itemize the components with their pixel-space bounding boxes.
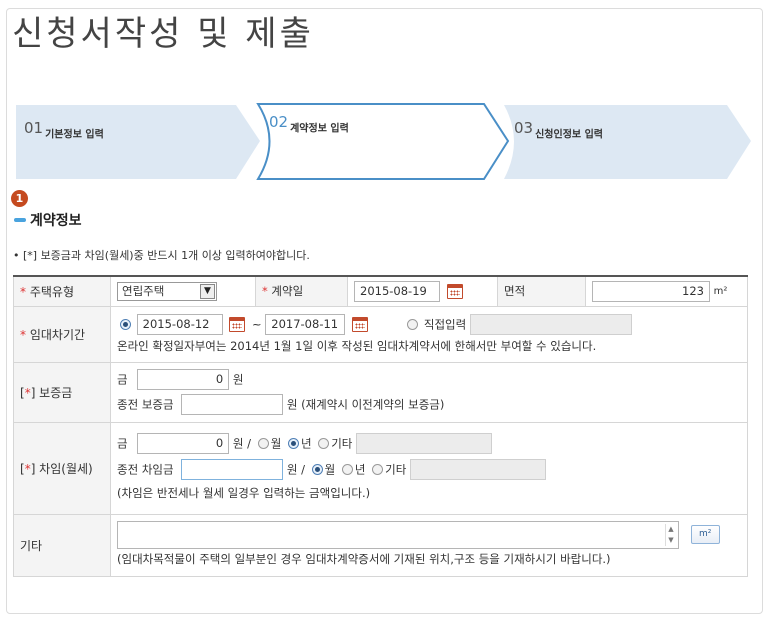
deposit-label-cell: [*] 보증금 (13, 361, 111, 423)
rent-other-radio[interactable] (318, 438, 330, 449)
calendar-icon[interactable] (229, 317, 246, 332)
rent-label: ] 차임(월세) (30, 461, 93, 476)
step-2[interactable]: 02 계약정보 입력 (269, 113, 349, 135)
etc-label-cell: 기타 (13, 513, 111, 577)
prev-deposit-input[interactable] (181, 394, 284, 415)
step-3-label: 신청인정보 입력 (535, 129, 603, 141)
table-row: * 임대차기간 2015-08-12 ~ 2017-08-11 직접입력 온라인… (13, 305, 748, 363)
table-row: [*] 차임(월세) 금 0 원 / 월 년 기타 종전 차임금 원 / 월 년… (13, 421, 748, 515)
housing-type-label: 주택유형 (29, 284, 74, 299)
etc-cell: ▲ ▼ m² (임대차목적물이 주택의 일부분인 경우 임대차계약증서에 기재된 … (110, 513, 748, 577)
direct-input-label: 직접입력 (423, 317, 467, 332)
area-input[interactable]: 123 (592, 280, 710, 302)
housing-type-label-cell: * 주택유형 (13, 275, 111, 307)
step-3[interactable]: 03 신청인정보 입력 (514, 119, 603, 141)
direct-input-field[interactable] (469, 314, 632, 335)
calendar-icon[interactable] (351, 317, 368, 332)
deposit-amount-input[interactable]: 0 (137, 369, 230, 390)
section-bullet-icon (14, 218, 26, 222)
step-progress: 01 기본정보 입력 02 계약정보 입력 03 신청인정보 입력 (14, 103, 754, 183)
contract-date-label-cell: * 계약일 (255, 275, 348, 307)
contract-date-cell: 2015-08-19 (347, 275, 498, 307)
rent-cell: 금 0 원 / 월 년 기타 종전 차임금 원 / 월 년 기타 (차임은 반전… (110, 421, 748, 515)
page-title: 신청서작성 및 제출 (12, 14, 314, 54)
rent-note: (차임은 반전세나 월세 일경우 입력하는 금액입니다.) (117, 486, 371, 500)
housing-type-select[interactable]: 연립주택 ▼ (117, 281, 217, 301)
table-row: 기타 ▲ ▼ m² (임대차목적물이 주택의 일부분인 경우 임대차계약증서에 기… (13, 513, 748, 577)
contract-info-table: * 주택유형 연립주택 ▼ * 계약일 2015-08-19 면적 123 m²… (13, 275, 748, 577)
step-1-label: 기본정보 입력 (45, 129, 104, 141)
rent-label-cell: [*] 차임(월세) (13, 421, 111, 515)
step-1-number: 01 (24, 119, 44, 137)
prev-rent-year-radio[interactable] (341, 464, 353, 475)
area-cell: 123 m² (585, 275, 748, 307)
rent-month-radio[interactable] (257, 438, 269, 449)
table-row: * 주택유형 연립주택 ▼ * 계약일 2015-08-19 면적 123 m² (13, 275, 748, 307)
etc-label: 기타 (20, 538, 43, 553)
lease-end-input[interactable]: 2017-08-11 (265, 314, 346, 335)
rent-amount-line: 금 0 원 / 월 년 기타 (117, 430, 741, 456)
prev-rent-label: 종전 차임금 (117, 462, 174, 477)
lease-period-note: 온라인 확정일자부여는 2014년 1월 1일 이후 작성된 임대차계약서에 한… (117, 339, 597, 353)
lease-period-label-cell: * 임대차기간 (13, 305, 111, 363)
area-label-cell: 면적 (497, 275, 586, 307)
contract-date-label: 계약일 (271, 284, 304, 299)
prev-deposit-note: 원 (재계약시 이전계약의 보증금) (286, 397, 445, 412)
rent-amount-input[interactable]: 0 (137, 433, 230, 454)
step-1[interactable]: 01 기본정보 입력 (24, 119, 104, 141)
housing-type-cell: 연립주택 ▼ (110, 275, 256, 307)
rent-year-radio[interactable] (287, 438, 299, 449)
deposit-cell: 금 0 원 종전 보증금 원 (재계약시 이전계약의 보증금) (110, 361, 748, 423)
prev-rent-input[interactable] (181, 459, 284, 480)
calendar-icon[interactable] (446, 283, 463, 299)
area-unit: m² (713, 285, 728, 297)
step-1-shape (16, 105, 260, 179)
deposit-amount-line: 금 0 원 (117, 367, 741, 391)
lease-period-label: 임대차기간 (29, 327, 86, 342)
step-3-shape (504, 105, 751, 179)
prev-rent-month-radio[interactable] (311, 464, 323, 475)
lease-period-inputs: 2015-08-12 ~ 2017-08-11 직접입력 (117, 311, 741, 337)
step-2-label: 계약정보 입력 (290, 123, 349, 135)
period-date-radio[interactable] (120, 319, 131, 330)
direct-input-radio[interactable] (407, 319, 419, 330)
area-label: 면적 (504, 284, 526, 299)
etc-note: (임대차목적물이 주택의 일부분인 경우 임대차계약증서에 기재된 위치,구조 … (117, 552, 611, 566)
lease-start-input[interactable]: 2015-08-12 (136, 314, 223, 335)
prev-deposit-line: 종전 보증금 원 (재계약시 이전계약의 보증금) (117, 391, 741, 417)
table-row: [*] 보증금 금 0 원 종전 보증금 원 (재계약시 이전계약의 보증금) (13, 361, 748, 423)
etc-input-line: ▲ ▼ m² (117, 518, 741, 550)
contract-date-input[interactable]: 2015-08-19 (354, 280, 440, 302)
rent-other-input[interactable] (356, 433, 493, 454)
unit-convert-button[interactable]: m² (690, 525, 720, 544)
section-marker-badge: 1 (11, 190, 28, 207)
etc-textarea[interactable]: ▲ ▼ (117, 520, 679, 549)
prev-rent-other-input[interactable] (409, 459, 546, 480)
step-arrows (16, 103, 751, 180)
step-3-number: 03 (514, 119, 534, 137)
tilde-separator: ~ (251, 317, 262, 332)
prev-deposit-label: 종전 보증금 (117, 397, 174, 412)
spinner-arrows-icon[interactable]: ▲ ▼ (665, 523, 676, 546)
housing-type-value: 연립주택 (122, 283, 165, 298)
section-title: 계약정보 (30, 213, 82, 229)
prev-rent-other-radio[interactable] (372, 464, 384, 475)
chevron-down-icon[interactable]: ▼ (200, 283, 215, 299)
lease-period-cell: 2015-08-12 ~ 2017-08-11 직접입력 온라인 확정일자부여는… (110, 305, 748, 363)
prev-rent-line: 종전 차임금 원 / 월 년 기타 (117, 456, 741, 482)
deposit-label: ] 보증금 (30, 385, 73, 400)
step-2-number: 02 (269, 113, 289, 131)
required-notice: • [*] 보증금과 차임(월세)중 반드시 1개 이상 입력하여야합니다. (13, 249, 310, 262)
